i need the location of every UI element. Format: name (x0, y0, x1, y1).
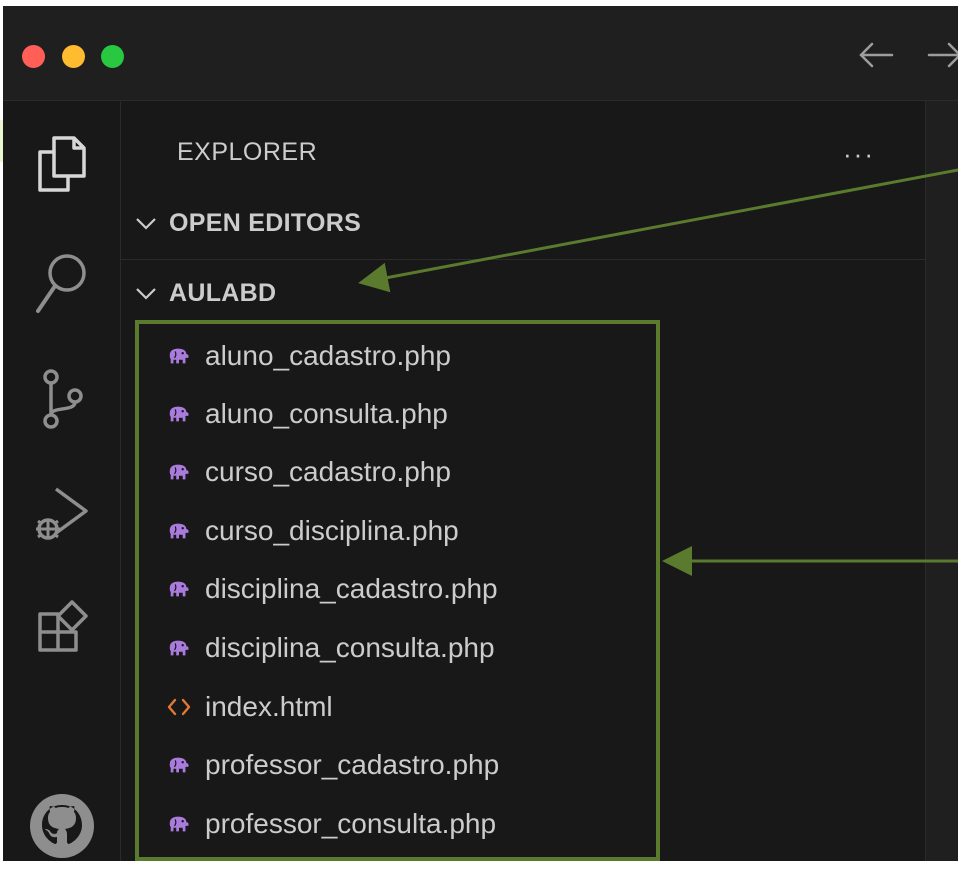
annotation-arrow-folder (358, 168, 958, 293)
annotation-arrows (358, 168, 958, 576)
